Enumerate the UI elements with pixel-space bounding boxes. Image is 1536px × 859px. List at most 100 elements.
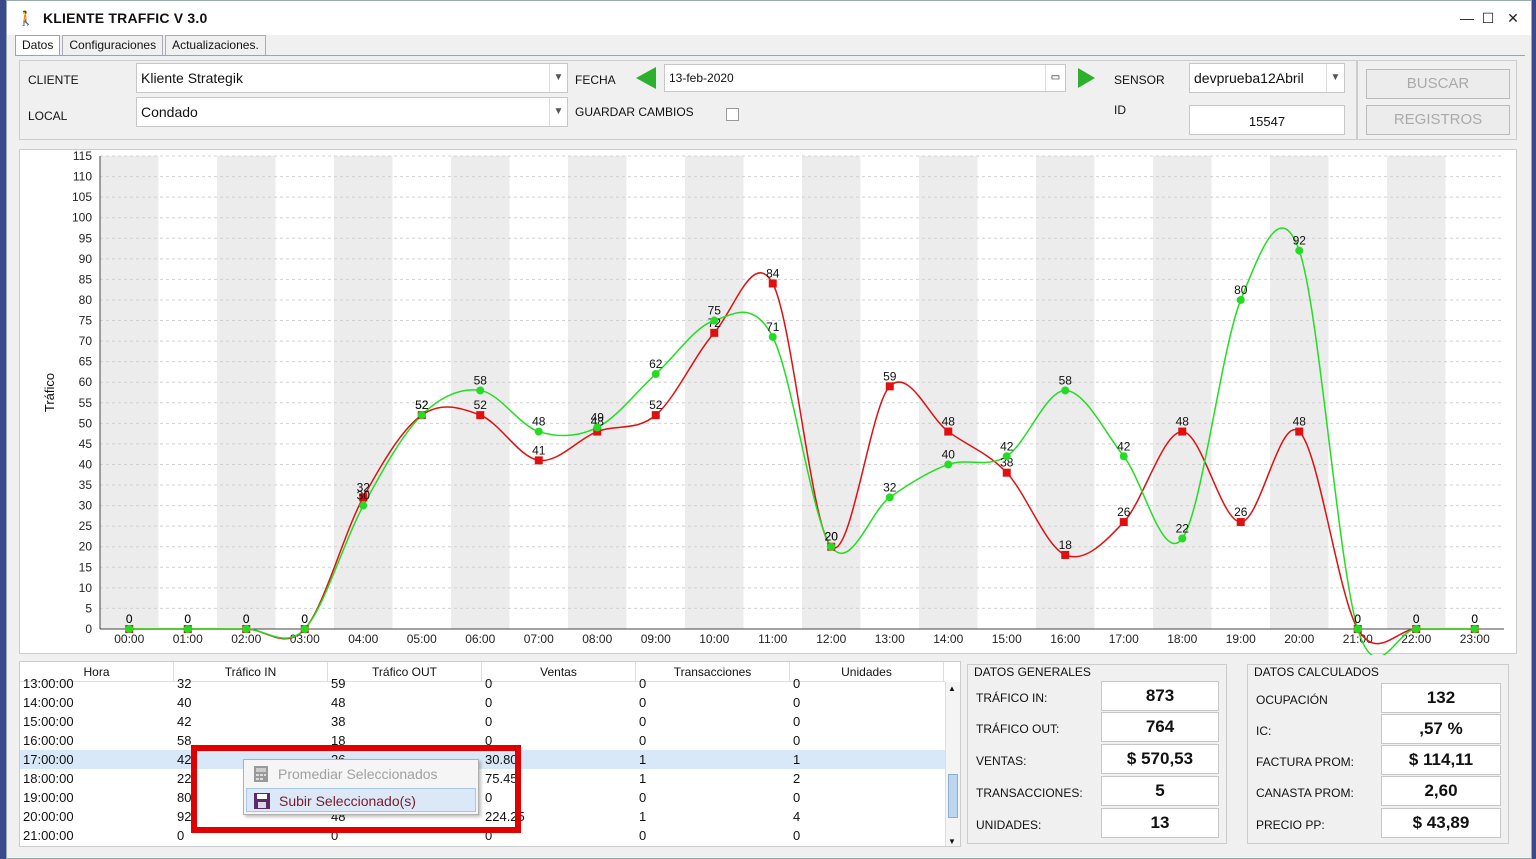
stat-trafico-out: TRÁFICO OUT: 764 [976, 712, 1224, 742]
y-tick-label: 35 [79, 478, 93, 492]
stat-value: 13 [1101, 808, 1219, 838]
cliente-value: Kliente Strategik [141, 70, 243, 86]
data-label: 30 [357, 489, 371, 503]
stat-value: 873 [1101, 681, 1219, 711]
y-tick-label: 85 [79, 272, 93, 286]
next-date-arrow-icon[interactable] [1078, 68, 1095, 88]
cell-unidades: 0 [793, 828, 801, 843]
cell-hora: 14:00:00 [23, 695, 74, 710]
cliente-select[interactable]: Kliente Strategik ▼ [136, 63, 568, 93]
y-tick-label: 105 [72, 190, 92, 204]
sensor-select[interactable]: devprueba12Abril ▼ [1189, 63, 1345, 93]
cell-transacciones: 0 [639, 790, 647, 805]
data-point [944, 460, 953, 469]
data-label: 40 [942, 447, 956, 461]
table-row[interactable]: 15:00:00 42 38 0 0 0 [20, 712, 945, 731]
cell-ventas: 0 [485, 676, 493, 691]
data-point [1470, 625, 1479, 633]
id-field[interactable]: 15547 [1189, 105, 1345, 135]
cell-ventas: 0 [485, 714, 493, 729]
data-point [1061, 386, 1070, 395]
y-tick-label: 80 [79, 293, 93, 307]
tab-divider [15, 55, 1525, 58]
chart-band [1387, 156, 1446, 629]
buscar-button[interactable]: BUSCAR [1366, 69, 1510, 99]
data-point [300, 625, 309, 633]
close-button[interactable]: ✕ [1503, 9, 1523, 27]
y-tick-label: 115 [73, 150, 92, 163]
chevron-down-icon[interactable]: ▼ [1326, 64, 1344, 92]
data-label: 48 [532, 415, 546, 429]
guardar-cambios-checkbox[interactable] [726, 108, 739, 121]
cell-transacciones: 0 [639, 695, 647, 710]
calculator-icon [254, 766, 268, 782]
cell-unidades: 0 [793, 733, 801, 748]
cell-unidades: 4 [793, 809, 801, 824]
data-point [183, 625, 192, 633]
tab-actualizaciones[interactable]: Actualizaciones. [165, 35, 266, 55]
data-point [768, 332, 777, 341]
data-label: 0 [126, 612, 133, 626]
stat-unidades: UNIDADES: 13 [976, 808, 1224, 838]
registros-button[interactable]: REGISTROS [1366, 105, 1510, 135]
cell-trafico-in: 32 [177, 676, 192, 691]
chevron-down-icon[interactable]: ▼ [549, 98, 567, 126]
x-tick-label: 16:00 [1050, 632, 1080, 646]
y-tick-label: 15 [79, 560, 93, 574]
fecha-value: 13-feb-2020 [669, 71, 734, 85]
x-tick-label: 02:00 [231, 632, 261, 646]
data-point [125, 625, 134, 633]
scroll-down-icon[interactable]: ▼ [948, 837, 956, 846]
data-point [710, 328, 719, 337]
previous-date-arrow-icon[interactable] [636, 67, 656, 89]
y-tick-label: 55 [79, 396, 93, 410]
y-tick-label: 95 [79, 231, 93, 245]
tab-configuraciones[interactable]: Configuraciones [62, 35, 164, 55]
stat-label: IC: [1256, 724, 1272, 738]
cell-unidades: 0 [793, 695, 801, 710]
stat-label: TRÁFICO IN: [976, 691, 1048, 705]
data-point [476, 411, 485, 420]
data-label: 58 [474, 373, 488, 387]
save-icon [254, 793, 270, 809]
menu-item-promediar[interactable]: Promediar Seleccionados [246, 762, 476, 786]
title-bar: 🚶 KLIENTE TRAFFIC V 3.0 — ☐ ✕ [7, 1, 1531, 35]
y-tick-label: 45 [79, 437, 93, 451]
cell-transacciones: 1 [639, 752, 647, 767]
cell-transacciones: 1 [639, 771, 647, 786]
calendar-icon[interactable]: ▭ [1045, 65, 1065, 91]
data-label: 0 [1471, 612, 1478, 626]
tab-datos[interactable]: Datos [15, 35, 61, 56]
data-point [1353, 625, 1362, 633]
filter-panel: CLIENTE Kliente Strategik ▼ LOCAL Condad… [19, 60, 1357, 140]
scroll-thumb[interactable] [948, 774, 958, 818]
data-point [534, 427, 543, 436]
chart-svg: 0 5 10 15 20 25 30 35 40 45 50 55 60 65 70 75 80 85 90 95 10… [42, 150, 1504, 655]
cliente-label: CLIENTE [28, 73, 79, 87]
minimize-button[interactable]: — [1457, 9, 1477, 27]
data-label: 52 [415, 398, 429, 412]
fecha-field[interactable]: 13-feb-2020 ▭ [664, 64, 1066, 92]
table-row[interactable]: 14:00:00 40 48 0 0 0 [20, 693, 945, 712]
vertical-scrollbar[interactable]: ▲ ▼ [945, 682, 960, 846]
table-row[interactable]: 13:00:00 32 59 0 0 0 [20, 674, 945, 693]
data-point [1119, 518, 1128, 527]
data-point [476, 386, 485, 395]
stat-value: $ 570,53 [1101, 744, 1219, 774]
menu-item-subir[interactable]: Subir Seleccionado(s) [246, 788, 476, 812]
chevron-down-icon[interactable]: ▼ [549, 64, 567, 92]
x-tick-label: 03:00 [290, 632, 320, 646]
fecha-label: FECHA [575, 73, 616, 87]
chart-band [802, 156, 861, 629]
stat-precio-pp: PRECIO PP: $ 43,89 [1256, 808, 1504, 838]
maximize-button[interactable]: ☐ [1478, 9, 1498, 27]
data-label: 32 [883, 480, 897, 494]
local-select[interactable]: Condado ▼ [136, 97, 568, 127]
data-label: 48 [1176, 415, 1190, 429]
data-label: 42 [1000, 439, 1014, 453]
data-label: 41 [532, 443, 546, 457]
scroll-up-icon[interactable]: ▲ [948, 684, 956, 693]
chart-band [919, 156, 978, 629]
data-point [710, 316, 719, 325]
cell-hora: 19:00:00 [23, 790, 74, 805]
